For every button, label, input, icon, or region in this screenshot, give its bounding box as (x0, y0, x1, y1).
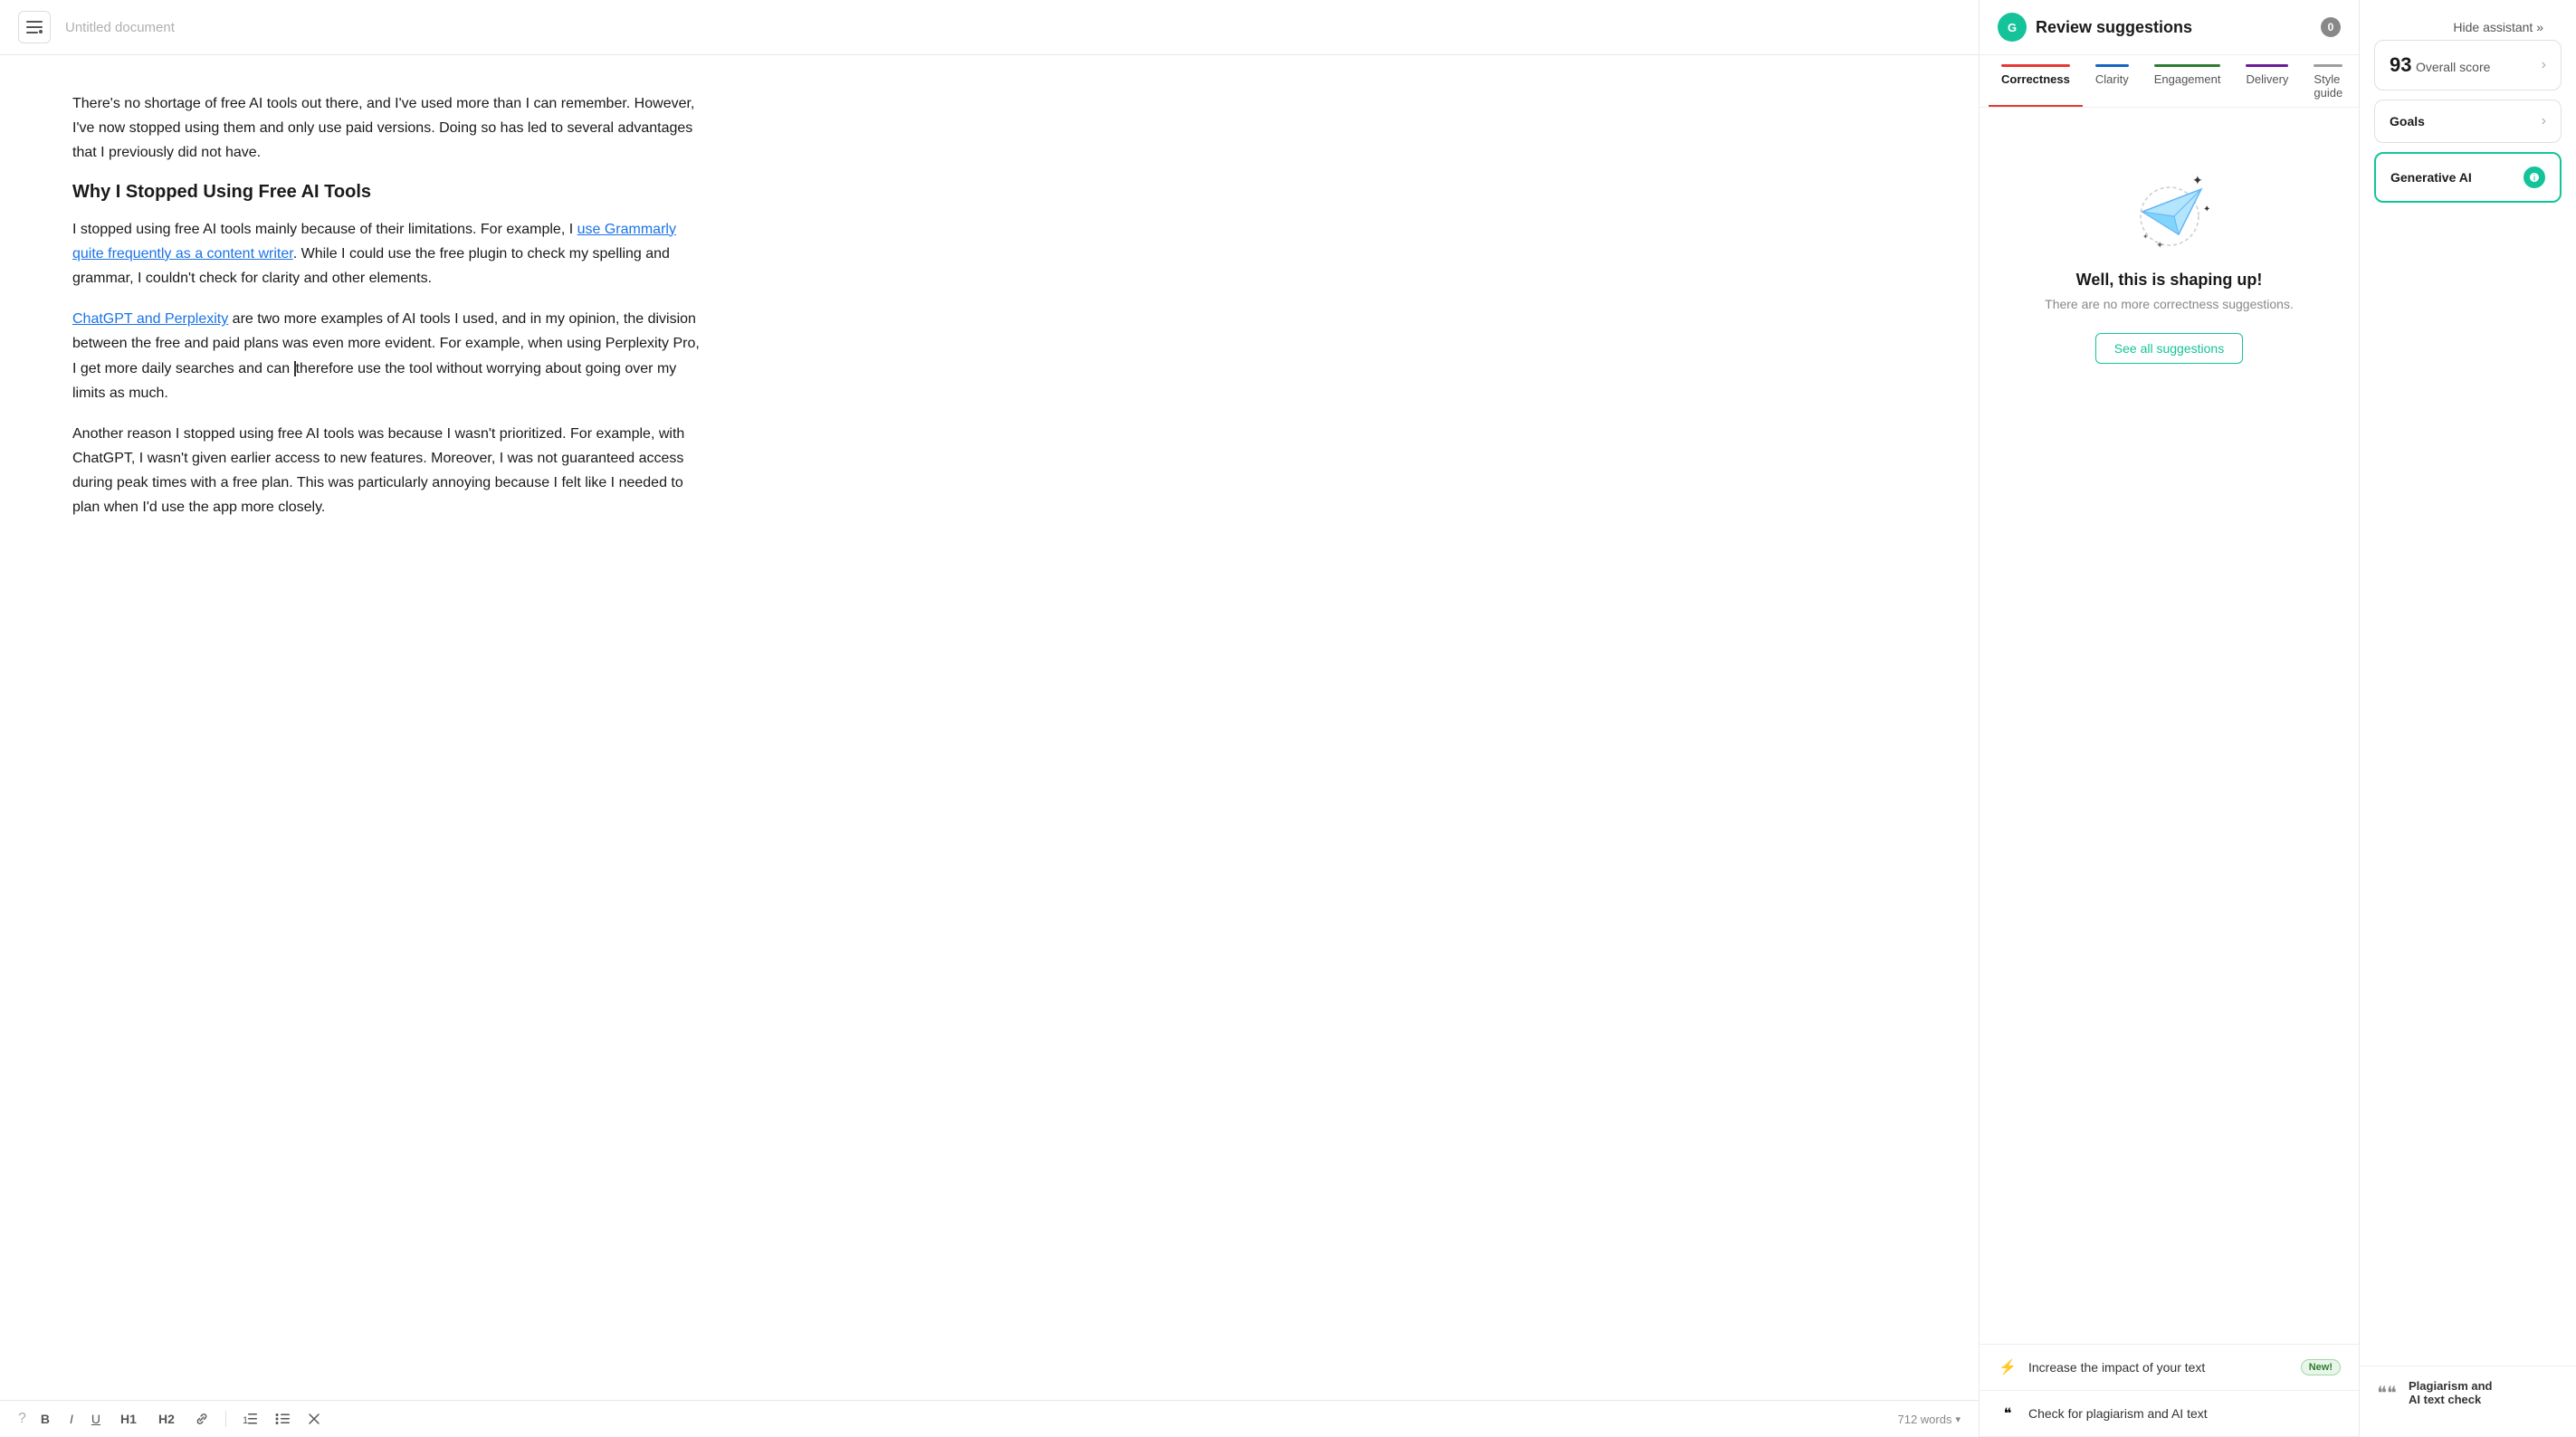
editor-header: Untitled document (0, 0, 1979, 55)
see-all-suggestions-button[interactable]: See all suggestions (2095, 333, 2243, 364)
tab-correctness[interactable]: Correctness (1989, 55, 2083, 107)
suggestion-impact-text: Increase the impact of your text (2028, 1360, 2290, 1375)
paragraph-3: ChatGPT and Perplexity are two more exam… (72, 307, 706, 405)
suggestion-row-plagiarism[interactable]: ❝ Check for plagiarism and AI text (1980, 1391, 2359, 1437)
hide-assistant-button[interactable]: Hide assistant » (2438, 13, 2558, 42)
italic-button[interactable]: I (64, 1408, 79, 1430)
tab-delivery[interactable]: Delivery (2233, 55, 2301, 107)
bold-button[interactable]: B (33, 1408, 57, 1430)
word-count-caret: ▾ (1955, 1413, 1961, 1425)
tab-engagement[interactable]: Engagement (2142, 55, 2234, 107)
ordered-list-button[interactable]: 1. (237, 1409, 262, 1429)
tab-style-guide-label: Style guide (2314, 72, 2342, 100)
success-subtitle: There are no more correctness suggestion… (2045, 297, 2294, 311)
clear-format-button[interactable] (302, 1409, 326, 1429)
plagiarism-section[interactable]: ❝❝ Plagiarism and AI text check (2360, 1366, 2576, 1419)
heading-1: Why I Stopped Using Free AI Tools (72, 182, 706, 203)
new-badge: New! (2301, 1359, 2341, 1375)
paragraph-1: There's no shortage of free AI tools out… (72, 91, 706, 166)
gen-ai-label: Generative AI (2390, 170, 2472, 185)
lightning-icon: ⚡ (1998, 1357, 2018, 1377)
tab-clarity[interactable]: Clarity (2083, 55, 2142, 107)
goals-row[interactable]: Goals › (2374, 100, 2562, 143)
panel-footer: ⚡ Increase the impact of your text New! … (1980, 1344, 2359, 1437)
success-illustration: ✦ ✦ ✦ ✦ (2115, 162, 2224, 252)
panel-title: Review suggestions (2036, 18, 2312, 37)
goals-chevron: › (2542, 113, 2546, 129)
suggestions-count-badge: 0 (2321, 17, 2341, 37)
editor-toolbar: ? B I U H1 H2 1. 712 words ▾ (0, 1400, 1979, 1437)
svg-text:✦: ✦ (2192, 173, 2203, 187)
word-count[interactable]: 712 words ▾ (1897, 1413, 1961, 1426)
h2-button[interactable]: H2 (151, 1408, 182, 1430)
tab-delivery-label: Delivery (2246, 72, 2288, 86)
tab-clarity-label: Clarity (2095, 72, 2129, 86)
quote-icon: ❝ (1998, 1404, 2018, 1423)
grammarly-panel: G Review suggestions 0 Correctness Clari… (1979, 0, 2359, 1437)
suggestion-row-impact[interactable]: ⚡ Increase the impact of your text New! (1980, 1345, 2359, 1391)
panel-body: ✦ ✦ ✦ ✦ Well, this is shaping up! There … (1980, 108, 2359, 1344)
overall-score-value: 93 Overall score (2390, 53, 2490, 77)
paragraph-2: I stopped using free AI tools mainly bec… (72, 217, 706, 291)
scores-panel: Hide assistant » 93 Overall score › Goal… (2359, 0, 2576, 1437)
generative-ai-row[interactable]: Generative AI (2374, 152, 2562, 203)
editor-content[interactable]: There's no shortage of free AI tools out… (0, 55, 778, 1400)
panel-tabs: Correctness Clarity Engagement Delivery … (1980, 55, 2359, 108)
link-grammarly[interactable]: use Grammarly quite frequently as a cont… (72, 222, 676, 262)
overall-score-card[interactable]: 93 Overall score › (2374, 40, 2562, 90)
tab-correctness-label: Correctness (2001, 72, 2070, 86)
menu-icon[interactable] (18, 11, 51, 43)
suggestion-plagiarism-text: Check for plagiarism and AI text (2028, 1406, 2341, 1421)
overall-score-chevron: › (2542, 57, 2546, 73)
link-button[interactable] (189, 1408, 215, 1430)
svg-text:✦: ✦ (2142, 233, 2149, 241)
goals-label: Goals (2390, 114, 2425, 128)
unordered-list-button[interactable] (270, 1409, 295, 1429)
svg-text:✦: ✦ (2156, 241, 2163, 251)
link-chatgpt[interactable]: ChatGPT and Perplexity (72, 311, 228, 327)
panel-header: G Review suggestions 0 (1980, 0, 2359, 55)
underline-button[interactable]: U (86, 1408, 106, 1430)
grammarly-logo: G (1998, 13, 2027, 42)
help-icon[interactable]: ? (18, 1411, 26, 1427)
paragraph-4: Another reason I stopped using free AI t… (72, 422, 706, 520)
doc-title: Untitled document (65, 20, 175, 35)
tab-engagement-label: Engagement (2154, 72, 2221, 86)
tab-style-guide[interactable]: Style guide (2301, 55, 2355, 107)
success-message: Well, this is shaping up! (2076, 271, 2263, 290)
plagiarism-text-block: Plagiarism and AI text check (2409, 1379, 2492, 1406)
gen-ai-icon (2524, 167, 2545, 188)
h1-button[interactable]: H1 (113, 1408, 144, 1430)
scores-header: Hide assistant » (2360, 18, 2576, 31)
svg-text:✦: ✦ (2203, 205, 2210, 214)
svg-text:G: G (2008, 21, 2017, 34)
plagiarism-quote-icon: ❝❝ (2374, 1380, 2399, 1405)
